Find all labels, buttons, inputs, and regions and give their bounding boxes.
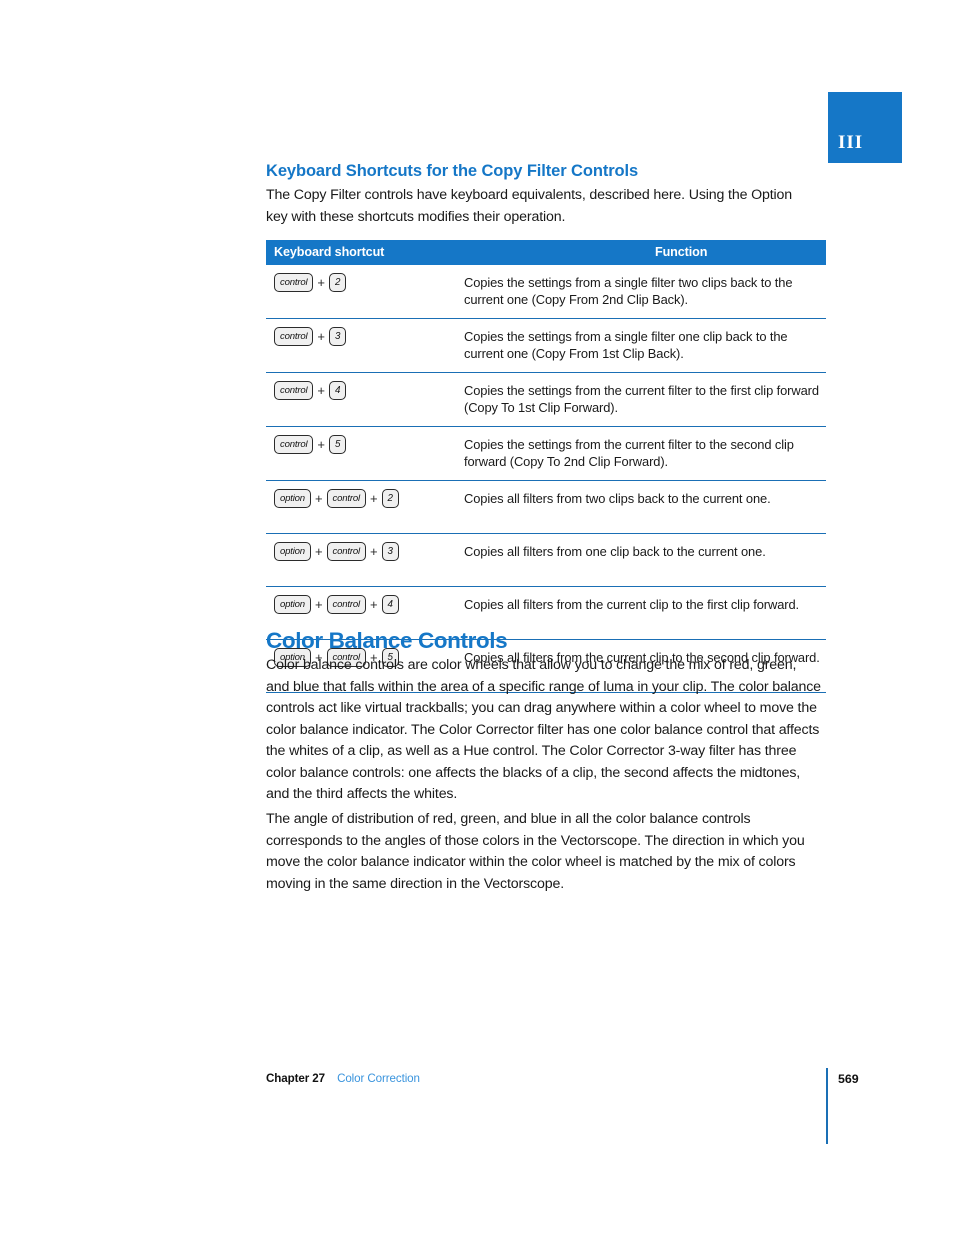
body-paragraph-2: The angle of distribution of red, green,…	[266, 811, 805, 892]
key-plus-separator: +	[317, 383, 325, 398]
function-cell: Copies all filters from two clips back t…	[464, 491, 771, 506]
keycap-3: 3	[329, 327, 347, 346]
footer-chapter-label: Chapter 27	[266, 1072, 325, 1085]
keycap-4: 4	[381, 595, 399, 614]
page-number: 569	[838, 1072, 859, 1086]
table-header: Keyboard shortcut Function	[266, 240, 826, 265]
key-plus-separator: +	[369, 597, 378, 612]
keycap-option: option	[274, 595, 311, 614]
key-combination: option + control +4	[274, 595, 464, 614]
shortcut-cell: option + control +3	[266, 534, 464, 587]
key-combination: control +4	[274, 381, 464, 400]
shortcut-cell: option + control +2	[266, 481, 464, 534]
keycap-control: control	[274, 435, 314, 454]
table-row: control +5 Copies the settings from the cu…	[266, 427, 826, 481]
part-tab-marker: III	[828, 92, 902, 163]
keycap-2: 2	[381, 489, 399, 508]
keycap-control: control	[326, 542, 366, 561]
page-title: Color Balance Controls	[266, 628, 508, 653]
function-cell: Copies the settings from a single filter…	[464, 275, 793, 307]
section-intro-paragraph: The Copy Filter controls have keyboard e…	[266, 187, 793, 225]
function-cell: Copies the settings from the current fil…	[464, 437, 794, 469]
function-cell: Copies all filters from the current clip…	[464, 597, 800, 612]
function-cell: Copies all filters from one clip back to…	[464, 544, 766, 559]
part-tab-label: III	[838, 132, 864, 153]
keycap-option: option	[274, 542, 311, 561]
body-paragraph-1: Color balance controls are color wheels …	[266, 657, 821, 802]
function-cell: Copies the settings from the current fil…	[464, 383, 819, 415]
keycap-5: 5	[329, 435, 347, 454]
keycap-3: 3	[381, 542, 399, 561]
keycap-control: control	[326, 595, 366, 614]
column-header-shortcut: Keyboard shortcut	[266, 240, 464, 265]
keycap-option: option	[274, 489, 311, 508]
key-plus-separator: +	[314, 597, 323, 612]
key-plus-separator: +	[317, 437, 325, 452]
section-heading: Keyboard Shortcuts for the Copy Filter C…	[266, 162, 639, 180]
key-plus-separator: +	[317, 329, 325, 344]
key-plus-separator: +	[314, 544, 323, 559]
function-cell: Copies the settings from a single filter…	[464, 329, 788, 361]
key-combination: control +5	[274, 435, 464, 454]
footer-chapter-name: Color Correction	[337, 1072, 420, 1085]
column-header-function: Function	[464, 240, 826, 265]
keycap-control: control	[274, 381, 314, 400]
shortcut-cell: control +3	[266, 319, 464, 373]
key-combination: control +3	[274, 327, 464, 346]
key-combination: control +2	[274, 273, 464, 292]
keycap-control: control	[326, 489, 366, 508]
table-row: control +2 Copies the settings from a sing…	[266, 265, 826, 319]
keycap-2: 2	[329, 273, 347, 292]
key-combination: option + control +3	[274, 542, 464, 561]
key-combination: option + control +2	[274, 489, 464, 508]
keycap-4: 4	[329, 381, 347, 400]
key-plus-separator: +	[314, 491, 323, 506]
shortcut-cell: control +4	[266, 373, 464, 427]
key-plus-separator: +	[369, 491, 378, 506]
keycap-control: control	[274, 273, 314, 292]
table-header-row: Keyboard shortcut Function	[266, 240, 826, 265]
keyboard-shortcuts-table: Keyboard shortcut Function control +2 Copi…	[266, 240, 826, 693]
shortcut-cell: control +5	[266, 427, 464, 481]
shortcut-cell: control +2	[266, 265, 464, 319]
table-row: control +4 Copies the settings from the cu…	[266, 373, 826, 427]
key-plus-separator: +	[317, 275, 325, 290]
table-row: option + control +2 Copies all filters from …	[266, 481, 826, 534]
table-row: option + control +3 Copies all filters from …	[266, 534, 826, 587]
footer: Chapter 27 Color Correction	[266, 1072, 420, 1085]
key-plus-separator: +	[369, 544, 378, 559]
keycap-control: control	[274, 327, 314, 346]
table-row: control +3 Copies the settings from a sing…	[266, 319, 826, 373]
footer-divider-rule	[826, 1068, 828, 1144]
